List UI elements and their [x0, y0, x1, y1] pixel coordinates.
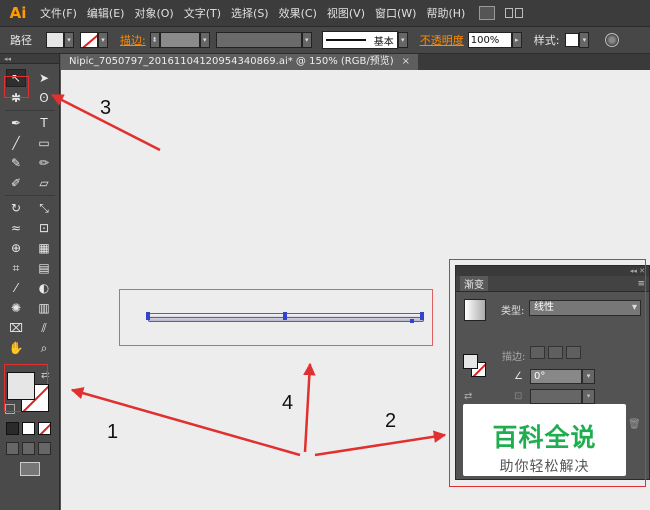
object-type-label: 路径 — [10, 34, 32, 47]
rotate-tool-icon[interactable]: ↻ — [6, 199, 26, 217]
line-segment-tool-icon[interactable]: ╱ — [6, 134, 26, 152]
annotation-box-gradient-panel — [449, 259, 646, 487]
column-graph-tool-icon[interactable]: ▥ — [34, 299, 54, 317]
shape-builder-tool-icon[interactable]: ⊕ — [6, 239, 26, 257]
scale-tool-icon[interactable]: ⤡ — [34, 199, 54, 217]
none-button[interactable] — [38, 422, 51, 435]
annotation-box-selection-tool — [4, 76, 29, 98]
stroke-weight-dropdown-icon[interactable]: ▾ — [199, 32, 210, 48]
eraser-tool-icon[interactable]: ▱ — [34, 174, 54, 192]
draw-behind-icon[interactable] — [22, 442, 35, 455]
stroke-weight-field[interactable] — [159, 32, 200, 48]
eyedropper-tool-icon[interactable]: ⁄ — [6, 279, 26, 297]
artboard-tool-icon[interactable]: ⌧ — [6, 319, 26, 337]
warp-tool-icon[interactable]: ≈ — [6, 219, 26, 237]
menu-view[interactable]: 视图(V) — [327, 5, 365, 21]
gradient-button[interactable] — [22, 422, 35, 435]
mesh-tool-icon[interactable]: ⌗ — [6, 259, 26, 277]
style-dropdown-icon[interactable]: ▾ — [579, 32, 590, 48]
tools-panel-grip[interactable]: ◂◂ — [0, 54, 59, 64]
stroke-dropdown-icon[interactable]: ▾ — [98, 32, 108, 48]
color-mode-buttons — [6, 422, 51, 435]
screen-mode-icon[interactable] — [20, 462, 40, 476]
control-bar: 路径 ▾ ▾ 描边: ⬍ ▾ ▾ 基本 ▾ 不透明度 100% ▸ 样式: ▾ — [0, 27, 650, 54]
menu-window[interactable]: 窗口(W) — [375, 5, 416, 21]
opacity-dropdown-icon[interactable]: ▸ — [511, 32, 522, 48]
gradient-fill-swatch[interactable] — [463, 354, 478, 369]
opacity-field[interactable]: 100% — [467, 32, 512, 48]
free-transform-tool-icon[interactable]: ⊡ — [34, 219, 54, 237]
anchor-point[interactable] — [410, 319, 414, 323]
blob-brush-tool-icon[interactable]: ✐ — [6, 174, 26, 192]
menu-type[interactable]: 文字(T) — [184, 5, 221, 21]
brush-dropdown-icon[interactable]: ▾ — [397, 32, 408, 48]
variable-width-arrow-icon[interactable]: ▾ — [301, 32, 312, 48]
tool-separator — [5, 110, 55, 111]
annotation-number-1: 1 — [107, 421, 119, 443]
stroke-weight-spinner[interactable]: ⬍ — [149, 32, 160, 48]
document-title: Nipic_7050797_20161104120954340869.ai* @… — [69, 56, 394, 67]
stroke-line-preview — [325, 39, 366, 41]
hand-tool-icon[interactable]: ✋ — [6, 339, 26, 357]
close-tab-icon[interactable]: × — [402, 54, 410, 70]
style-label: 样式: — [533, 34, 560, 47]
annotation-number-4: 4 — [282, 392, 294, 414]
fill-swatch[interactable] — [46, 32, 64, 48]
stroke-label[interactable]: 描边: — [120, 32, 146, 48]
document-tab[interactable]: Nipic_7050797_20161104120954340869.ai* @… — [61, 54, 418, 70]
arrange-documents-icon[interactable] — [505, 6, 527, 20]
pencil-tool-icon[interactable]: ✏ — [34, 154, 54, 172]
variable-width-dropdown[interactable] — [215, 32, 302, 48]
brush-definition-label: 基本 — [373, 36, 394, 48]
zoom-tool-icon[interactable]: ⌕ — [34, 339, 54, 357]
menu-effect[interactable]: 效果(C) — [279, 5, 317, 21]
paintbrush-tool-icon[interactable]: ✎ — [6, 154, 26, 172]
menu-select[interactable]: 选择(S) — [231, 5, 269, 21]
menu-file[interactable]: 文件(F) — [40, 5, 77, 21]
rectangle-tool-icon[interactable]: ▭ — [34, 134, 54, 152]
fill-color-swatch[interactable] — [7, 372, 35, 400]
lasso-tool-icon[interactable]: ʘ — [34, 89, 54, 107]
anchor-point[interactable] — [283, 316, 287, 320]
type-tool-icon[interactable]: T — [34, 114, 54, 132]
symbol-sprayer-tool-icon[interactable]: ✺ — [6, 299, 26, 317]
annotation-number-3: 3 — [100, 97, 112, 119]
slice-tool-icon[interactable]: ⫽ — [34, 319, 54, 337]
fill-dropdown-icon[interactable]: ▾ — [64, 32, 74, 48]
tools-panel: ◂◂ ↖ ➤ ✱ ʘ ✒ T ╱ ▭ ✎ ✏ ✐ ▱ ↻ ⤡ ≈ ⊡ ⊕ ▦ ⌗… — [0, 54, 60, 510]
menu-object[interactable]: 对象(O) — [134, 5, 173, 21]
menu-bar: Ai 文件(F) 编辑(E) 对象(O) 文字(T) 选择(S) 效果(C) 视… — [0, 0, 650, 27]
draw-inside-icon[interactable] — [38, 442, 51, 455]
blend-tool-icon[interactable]: ◐ — [34, 279, 54, 297]
gradient-tool-icon[interactable]: ▤ — [34, 259, 54, 277]
tool-separator — [5, 195, 55, 196]
bridge-icon[interactable] — [479, 6, 496, 20]
annotation-number-2: 2 — [385, 410, 397, 432]
anchor-point[interactable] — [146, 316, 150, 320]
direct-selection-tool-icon[interactable]: ➤ — [34, 69, 54, 87]
draw-mode-buttons — [6, 442, 51, 455]
anchor-point[interactable] — [420, 316, 424, 320]
perspective-grid-tool-icon[interactable]: ▦ — [34, 239, 54, 257]
draw-normal-icon[interactable] — [6, 442, 19, 455]
stroke-swatch[interactable] — [80, 32, 98, 48]
document-tab-bar: Nipic_7050797_20161104120954340869.ai* @… — [61, 54, 650, 70]
menu-edit[interactable]: 编辑(E) — [87, 5, 125, 21]
color-button[interactable] — [6, 422, 19, 435]
graphic-style-swatch[interactable] — [565, 33, 580, 47]
ai-logo: Ai — [9, 4, 27, 22]
recolor-artwork-icon[interactable] — [605, 33, 620, 47]
menu-help[interactable]: 帮助(H) — [426, 5, 465, 21]
brush-definition-dropdown[interactable]: 基本 — [321, 31, 398, 49]
pen-tool-icon[interactable]: ✒ — [6, 114, 26, 132]
opacity-label[interactable]: 不透明度 — [420, 32, 464, 48]
